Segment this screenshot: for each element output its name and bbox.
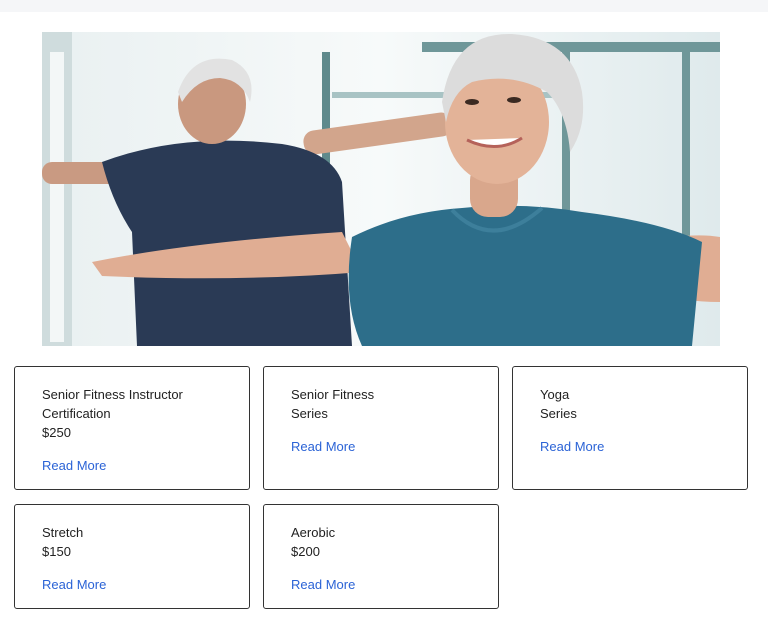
read-more-link[interactable]: Read More xyxy=(42,575,106,594)
card-title-line: Certification xyxy=(42,406,111,421)
card-title-line: Senior Fitness Instructor xyxy=(42,387,183,402)
top-bar xyxy=(0,0,768,12)
course-card-senior-fitness-series: Senior Fitness Series Read More xyxy=(263,366,499,490)
course-card-aerobic: Aerobic $200 Read More xyxy=(263,504,499,609)
course-card-senior-fitness-instructor: Senior Fitness Instructor Certification … xyxy=(14,366,250,490)
course-card-yoga-series: Yoga Series Read More xyxy=(512,366,748,490)
read-more-link[interactable]: Read More xyxy=(291,437,355,456)
read-more-link[interactable]: Read More xyxy=(540,437,604,456)
read-more-link[interactable]: Read More xyxy=(42,456,106,475)
read-more-link[interactable]: Read More xyxy=(291,575,355,594)
card-title-line: Series xyxy=(291,406,328,421)
card-title-line: Aerobic xyxy=(291,525,336,540)
card-title-line: Stretch xyxy=(42,525,84,540)
course-card-stretch: Stretch $150 Read More xyxy=(14,504,250,609)
senior-fitness-photo-icon xyxy=(42,32,720,346)
card-price: $200 xyxy=(291,544,320,559)
card-price: $150 xyxy=(42,544,71,559)
card-price: $250 xyxy=(42,425,71,440)
card-title-line: Series xyxy=(540,406,577,421)
card-title-line: Senior Fitness xyxy=(291,387,375,402)
hero-image xyxy=(42,32,720,346)
card-title-line: Yoga xyxy=(540,387,570,402)
